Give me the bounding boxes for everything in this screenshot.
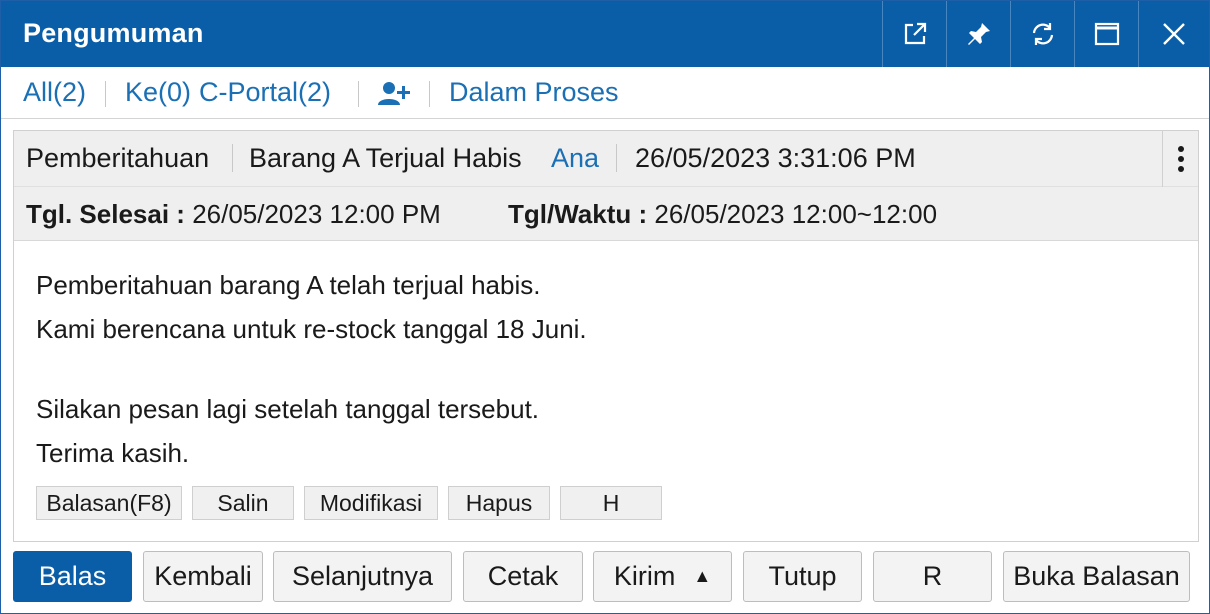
time-value: 26/05/2023 12:00~12:00 (654, 199, 938, 229)
open-reply-button[interactable]: Buka Balasan (1003, 551, 1190, 602)
pin-icon (967, 23, 990, 45)
close-dialog-button[interactable]: Tutup (743, 551, 862, 602)
add-user-icon (378, 82, 410, 105)
maximize-icon (1094, 22, 1119, 46)
filter-status[interactable]: Dalam Proses (449, 77, 619, 108)
close-icon (1163, 23, 1185, 45)
filter-bar: All(2) Ke(0) C-Portal(2) Dalam Proses (1, 67, 1209, 119)
kebab-icon (1177, 146, 1184, 172)
delete-button[interactable]: Hapus (448, 486, 550, 520)
message-schedule: Tgl. Selesai : 26/05/2023 12:00 PM Tgl/W… (14, 187, 1198, 241)
end-date-value: 26/05/2023 12:00 PM (192, 199, 441, 229)
end-date-row: Tgl. Selesai : 26/05/2023 12:00 PM (26, 199, 441, 230)
h-button[interactable]: H (560, 486, 662, 520)
filter-ke[interactable]: Ke(0) (125, 77, 191, 108)
message-datetime: 26/05/2023 3:31:06 PM (635, 143, 916, 173)
add-user-button[interactable] (377, 81, 411, 112)
body-line: Silakan pesan lagi setelah tanggal terse… (36, 394, 540, 424)
popout-button[interactable] (882, 1, 946, 67)
send-button[interactable]: Kirim ▲ (593, 551, 732, 602)
title-bar: Pengumuman (1, 1, 1209, 67)
message-header: Pemberitahuan Barang A Terjual Habis Ana… (14, 131, 1198, 187)
copy-button[interactable]: Salin (192, 486, 294, 520)
print-button[interactable]: Cetak (463, 551, 583, 602)
r-button[interactable]: R (873, 551, 992, 602)
message-card: Pemberitahuan Barang A Terjual Habis Ana… (13, 130, 1199, 542)
message-sender[interactable]: Ana (551, 143, 599, 174)
body-line: Terima kasih. (36, 438, 190, 468)
body-line: Pemberitahuan barang A telah terjual hab… (36, 270, 541, 300)
divider (105, 81, 106, 107)
announcement-window: Pengumuman All(2) Ke(0) C-Portal(2) Dala… (0, 0, 1210, 614)
filter-all[interactable]: All(2) (23, 77, 86, 108)
caret-up-icon: ▲ (693, 566, 712, 586)
modify-button[interactable]: Modifikasi (304, 486, 438, 520)
refresh-icon (1032, 23, 1053, 45)
time-label: Tgl/Waktu : (508, 199, 648, 229)
divider (358, 81, 359, 107)
message-subject: Barang A Terjual Habis (249, 143, 522, 173)
reply-button[interactable]: Balas (13, 551, 132, 602)
divider (429, 81, 430, 107)
window-title: Pengumuman (23, 18, 204, 48)
divider (232, 144, 233, 172)
end-date-label: Tgl. Selesai : (26, 199, 185, 229)
message-category: Pemberitahuan (26, 143, 210, 173)
popout-icon (904, 22, 926, 45)
message-body: Pemberitahuan barang A telah terjual hab… (36, 263, 587, 475)
back-button[interactable]: Kembali (143, 551, 263, 602)
more-options-button[interactable] (1162, 131, 1198, 187)
next-button[interactable]: Selanjutnya (273, 551, 452, 602)
refresh-button[interactable] (1010, 1, 1074, 67)
divider (616, 144, 617, 172)
time-row: Tgl/Waktu : 26/05/2023 12:00~12:00 (508, 199, 937, 230)
close-button[interactable] (1138, 1, 1209, 67)
filter-cportal[interactable]: C-Portal(2) (199, 77, 331, 108)
reply-f8-button[interactable]: Balasan(F8) (36, 486, 182, 520)
maximize-button[interactable] (1074, 1, 1138, 67)
pin-button[interactable] (946, 1, 1010, 67)
body-line: Kami berencana untuk re-stock tanggal 18… (36, 314, 587, 344)
send-label: Kirim (613, 561, 676, 591)
